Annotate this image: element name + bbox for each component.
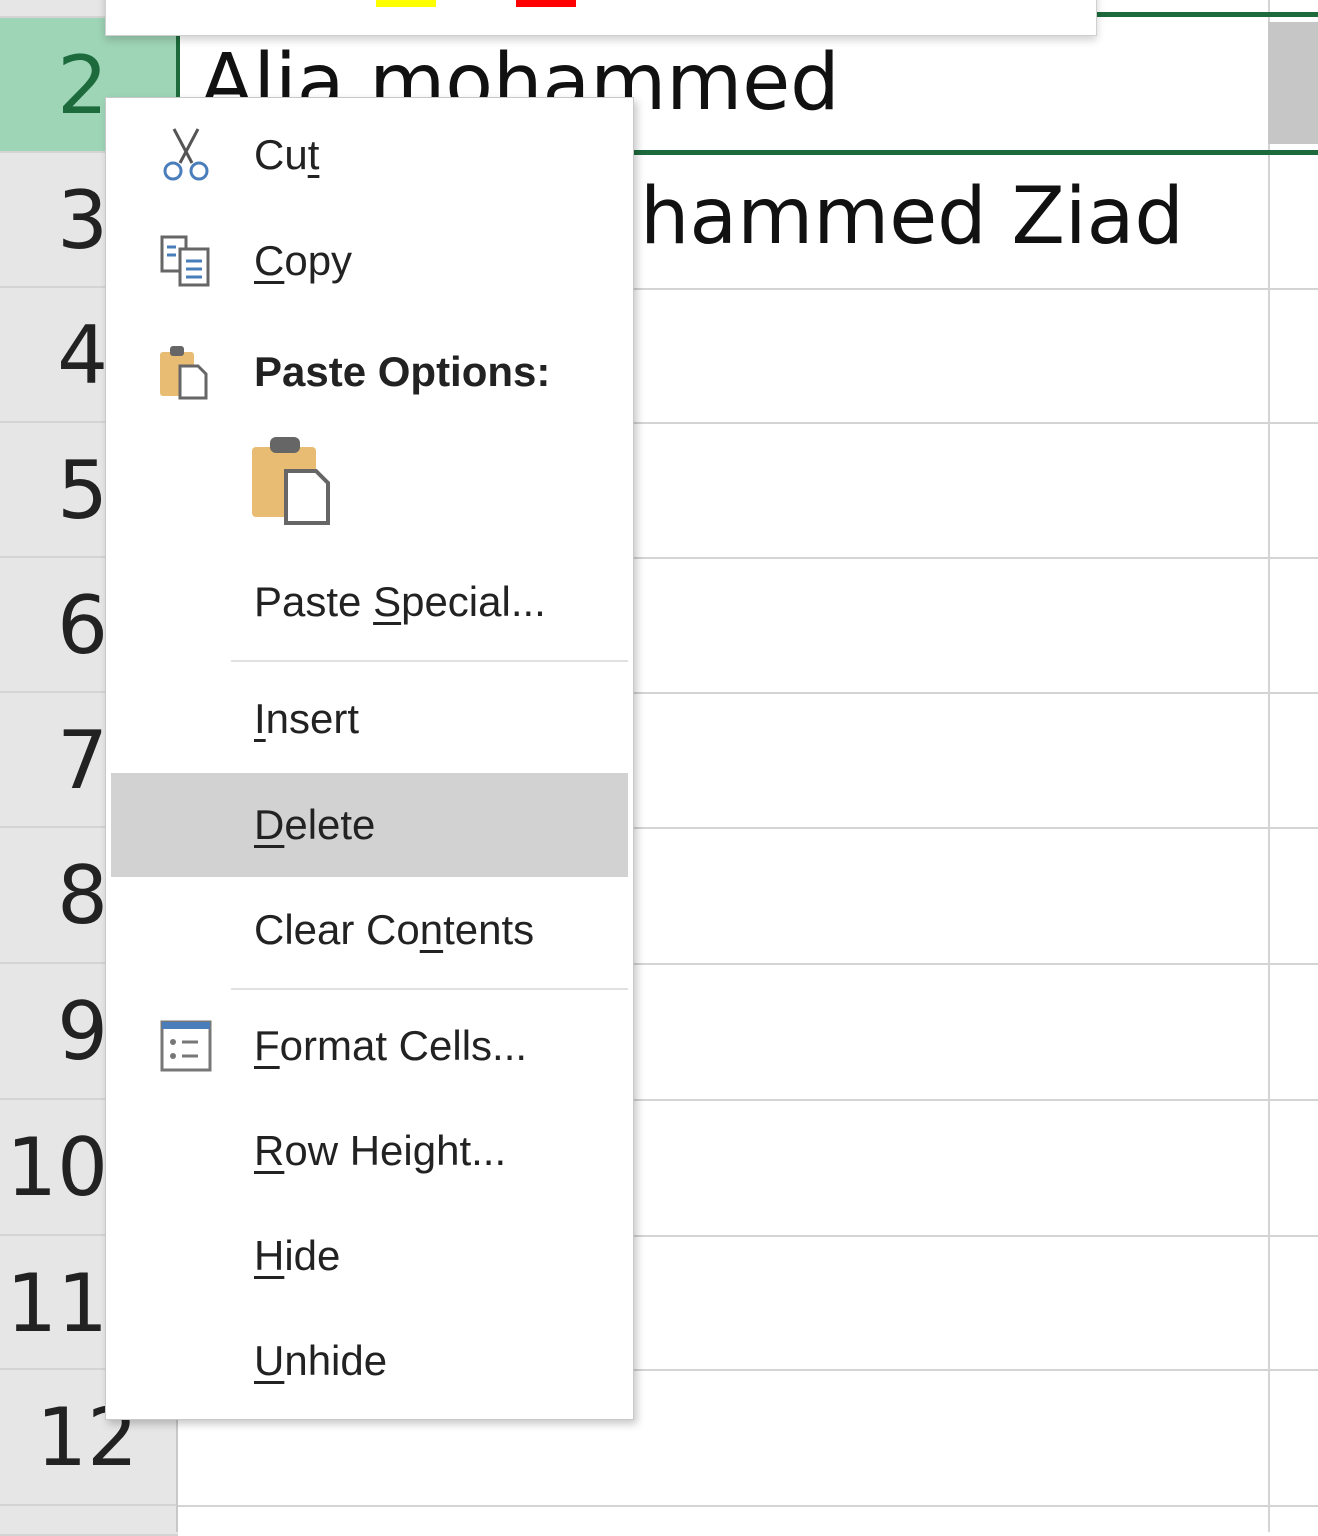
- menu-label: Format Cells...: [254, 1022, 528, 1069]
- menu-label: Insert: [254, 695, 360, 742]
- menu-separator: [231, 988, 628, 990]
- paste-icon: [160, 346, 208, 400]
- cell-selected-shade: [1268, 22, 1318, 144]
- menu-item-hide[interactable]: Hide: [111, 1204, 628, 1308]
- menu-item-unhide[interactable]: Unhide: [111, 1309, 628, 1413]
- font-color-swatch[interactable]: [516, 0, 576, 7]
- menu-separator: [231, 660, 628, 662]
- cell-a3[interactable]: hammed Ziad: [640, 172, 1184, 262]
- paste-options-label: Paste Options:: [254, 348, 551, 395]
- fill-color-swatch[interactable]: [376, 0, 436, 7]
- menu-item-insert[interactable]: Insert: [111, 667, 628, 771]
- menu-label: Delete: [254, 801, 376, 848]
- menu-item-paste-special[interactable]: Paste Special...: [111, 550, 628, 654]
- scissors-icon: [163, 128, 209, 181]
- menu-item-cut[interactable]: Cut: [111, 103, 628, 207]
- menu-item-copy[interactable]: Copy: [111, 209, 628, 313]
- grid-line: [178, 1505, 1318, 1507]
- context-menu: Cut Copy Paste Options: Paste Special...…: [105, 97, 634, 1420]
- paste-options-header: Paste Options:: [111, 320, 628, 424]
- mini-toolbar: [105, 0, 1097, 36]
- menu-label: Unhide: [254, 1337, 388, 1384]
- menu-label: Hide: [254, 1232, 341, 1279]
- menu-label: Paste Special...: [254, 578, 546, 625]
- copy-icon: [160, 235, 210, 287]
- menu-item-row-height[interactable]: Row Height...: [111, 1099, 628, 1203]
- menu-item-delete[interactable]: Delete: [111, 773, 628, 877]
- column-line: [1268, 0, 1270, 1532]
- menu-label: Copy: [254, 237, 353, 284]
- menu-label: Clear Contents: [254, 906, 535, 953]
- format-cells-icon: [160, 1020, 212, 1072]
- menu-item-format-cells[interactable]: Format Cells...: [111, 994, 628, 1098]
- menu-label: Row Height...: [254, 1127, 507, 1174]
- menu-item-clear-contents[interactable]: Clear Contents: [111, 878, 628, 982]
- menu-label: Cut: [254, 131, 320, 178]
- paste-option-keep-formatting-icon[interactable]: [246, 435, 336, 525]
